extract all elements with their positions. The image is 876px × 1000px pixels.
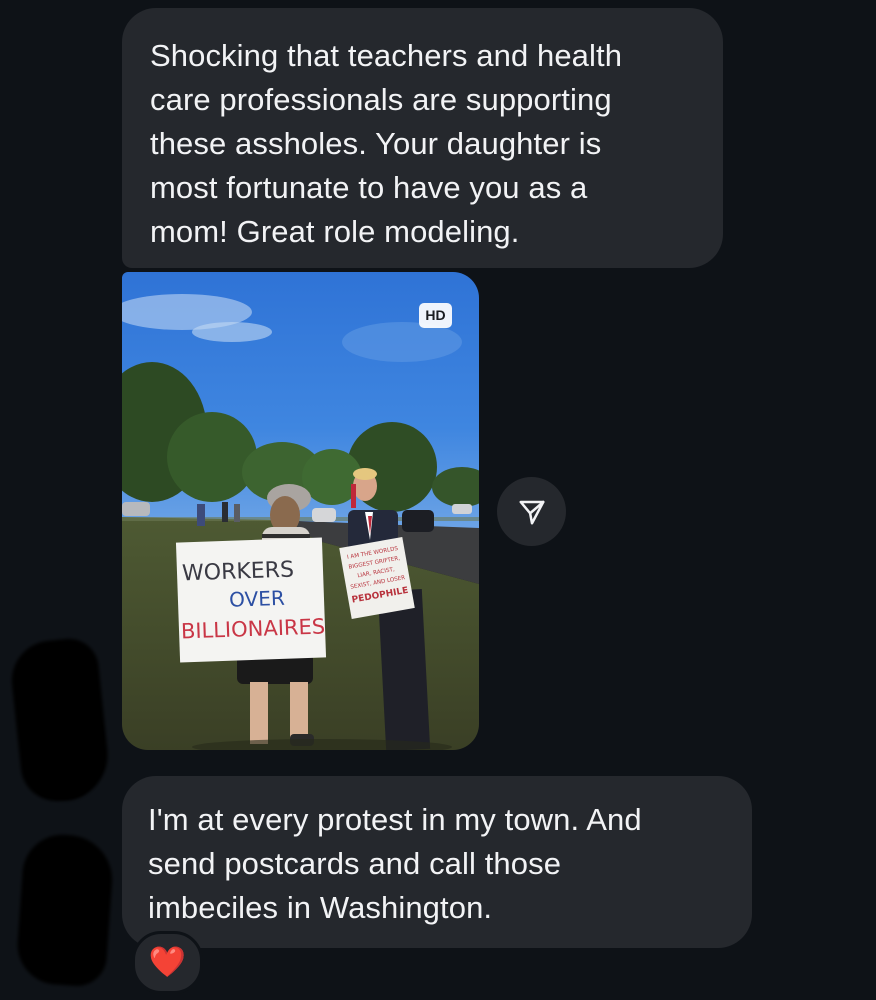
redacted-avatar xyxy=(14,832,116,988)
reaction-badge[interactable]: ❤️ xyxy=(132,931,203,994)
heart-icon: ❤️ xyxy=(148,946,187,979)
svg-text:WORKERS: WORKERS xyxy=(182,557,295,586)
chat-screen: Shocking that teachers and health care p… xyxy=(0,0,876,1000)
hd-badge: HD xyxy=(419,303,452,328)
message-bubble[interactable]: Shocking that teachers and health care p… xyxy=(122,8,723,268)
svg-text:BILLIONAIRES: BILLIONAIRES xyxy=(181,614,326,643)
paper-plane-icon xyxy=(519,500,544,524)
photo-message[interactable]: WORKERS OVER BILLIONAIRES I AM THE WORLD… xyxy=(122,272,479,750)
svg-text:OVER: OVER xyxy=(229,586,286,612)
protest-photo: WORKERS OVER BILLIONAIRES I AM THE WORLD… xyxy=(122,272,479,750)
share-button[interactable] xyxy=(497,477,566,546)
redacted-avatar xyxy=(30,700,100,800)
message-bubble[interactable]: I'm at every protest in my town. And sen… xyxy=(122,776,752,948)
